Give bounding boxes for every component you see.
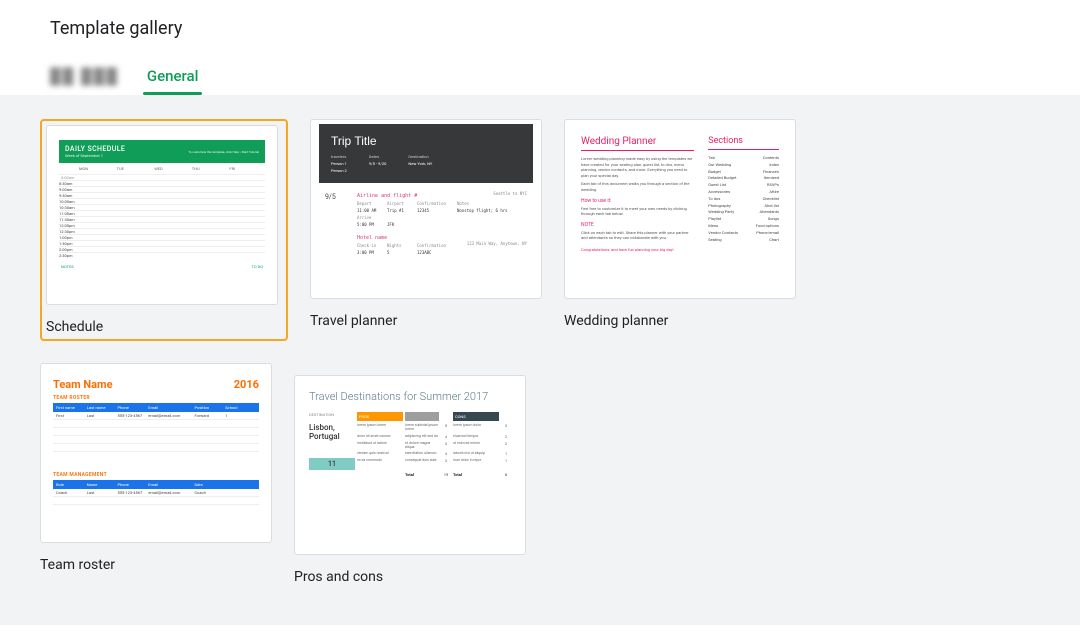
template-wedding-label: Wedding planner bbox=[564, 313, 796, 329]
trip-hotel-checkin-label: Check-in bbox=[357, 243, 387, 248]
pc-pros-label: PROS bbox=[357, 412, 403, 421]
roster-row bbox=[53, 436, 259, 444]
schedule-grid: MONTUEWEDTHUFRI bbox=[59, 163, 265, 174]
roster-row bbox=[53, 444, 259, 452]
templates-grid: DAILY SCHEDULE Week of September 1 To cu… bbox=[40, 119, 1040, 585]
pc-total-label: Total bbox=[405, 472, 439, 477]
template-roster-label: Team roster bbox=[40, 557, 272, 573]
trip-hotel-nights: 5 bbox=[387, 250, 417, 255]
roster-row: CoachLast555-123-4567email@email.comCoac… bbox=[53, 489, 259, 497]
proscons-title: Travel Destinations for Summer 2017 bbox=[309, 390, 511, 404]
pc-score: 11 bbox=[309, 458, 355, 470]
wedding-p1: Lorem wedding planning made easy by usin… bbox=[581, 156, 694, 178]
template-team-roster[interactable]: Team Name 2016 TEAM ROSTER First name La… bbox=[40, 363, 272, 585]
wedding-sections-list: TabContents Our WeddingIndex BudgetFinan… bbox=[708, 155, 779, 243]
roster-col-position: Position bbox=[194, 405, 225, 410]
trip-hotel-nights-label: Nights bbox=[387, 243, 417, 248]
wedding-p2: Each tab of this document walks you thro… bbox=[581, 181, 694, 192]
trip-conf: 12345 bbox=[417, 208, 457, 213]
trip-col-depart: Depart bbox=[357, 201, 387, 206]
template-travel-label: Travel planner bbox=[310, 313, 542, 329]
roster-team-name: Team Name bbox=[53, 378, 113, 391]
template-proscons-thumb: Travel Destinations for Summer 2017 DEST… bbox=[294, 375, 526, 555]
trip-person1: Person 1 bbox=[331, 161, 347, 166]
trip-arrive-time: 5:00 PM bbox=[357, 222, 387, 227]
wedding-p3: Feel free to customize it to meet your o… bbox=[581, 206, 694, 217]
wedding-note: NOTE bbox=[581, 222, 694, 228]
roster-row bbox=[53, 420, 259, 428]
template-wedding-planner[interactable]: Wedding Planner Lorem wedding planning m… bbox=[564, 119, 796, 341]
template-schedule-thumb: DAILY SCHEDULE Week of September 1 To cu… bbox=[46, 125, 278, 305]
schedule-banner-sub: Week of September 1 bbox=[65, 153, 125, 158]
trip-date: 9/5 bbox=[325, 193, 336, 201]
trip-hotel-conf: 123ABC bbox=[417, 250, 457, 255]
trip-hotel-conf-label: Confirmation bbox=[417, 243, 457, 248]
tab-general[interactable]: General bbox=[147, 67, 199, 95]
roster-col-school: School bbox=[225, 405, 256, 410]
trip-depart-ap: Trip #1 bbox=[387, 208, 417, 213]
schedule-banner-note: To customize this template, click Help >… bbox=[188, 150, 259, 154]
roster-col-last: Last name bbox=[87, 405, 118, 410]
roster-row bbox=[53, 428, 259, 436]
trip-notes: Nonstop flight; 6 hrs bbox=[457, 208, 529, 213]
roster-header-bar2: RoleNamePhoneEmailDate bbox=[53, 480, 259, 489]
tab-org[interactable]: ██ ███ bbox=[50, 67, 119, 95]
trip-arrive-ap: JFK bbox=[387, 222, 417, 227]
trip-dates: 9/5 - 9/20 bbox=[369, 161, 387, 166]
trip-hotel-addr: 123 Main Way, Anytown, NY bbox=[467, 241, 527, 246]
trip-title: Trip Title bbox=[331, 134, 523, 148]
tabs: ██ ███ General bbox=[50, 67, 1030, 95]
wedding-congrats: Congratulations, and have fun planning y… bbox=[581, 247, 694, 252]
trip-col-airport: Airport bbox=[387, 201, 417, 206]
trip-dest-label: Destination bbox=[408, 154, 432, 159]
template-travel-thumb: Trip Title travelers Person 1 Person 2 D… bbox=[310, 119, 542, 299]
roster-row bbox=[53, 497, 259, 505]
template-pros-cons[interactable]: Travel Destinations for Summer 2017 DEST… bbox=[294, 375, 526, 585]
pc-dest-label: DESTINATION bbox=[309, 412, 355, 421]
template-roster-thumb: Team Name 2016 TEAM ROSTER First name La… bbox=[40, 363, 272, 543]
schedule-banner-title: DAILY SCHEDULE bbox=[65, 145, 125, 153]
wedding-sections: Sections bbox=[708, 136, 779, 146]
pc-dest: Lisbon, Portugal bbox=[309, 423, 355, 456]
content-area: DAILY SCHEDULE Week of September 1 To cu… bbox=[0, 95, 1080, 625]
roster-col-first: First name bbox=[56, 405, 87, 410]
trip-hotel-checkin: 3:00 PM bbox=[357, 250, 387, 255]
roster-year: 2016 bbox=[234, 378, 259, 391]
trip-col-notes: Notes bbox=[457, 201, 529, 206]
trip-dest: New York, NY bbox=[408, 161, 432, 166]
trip-route: Seattle to NYC bbox=[493, 191, 527, 196]
trip-travelers-label: travelers bbox=[331, 154, 347, 159]
wedding-p4: Click on each tab to edit. Share this pl… bbox=[581, 230, 694, 241]
template-proscons-label: Pros and cons bbox=[294, 569, 526, 585]
wedding-howto: How to use it: bbox=[581, 198, 694, 204]
template-wedding-thumb: Wedding Planner Lorem wedding planning m… bbox=[564, 119, 796, 299]
template-travel-planner[interactable]: Trip Title travelers Person 1 Person 2 D… bbox=[310, 119, 542, 341]
roster-col-phone: Phone bbox=[118, 405, 149, 410]
roster-section2: TEAM MANAGEMENT bbox=[53, 472, 259, 478]
page-title: Template gallery bbox=[50, 18, 1030, 39]
template-schedule-label: Schedule bbox=[46, 319, 278, 335]
trip-depart-time: 11:00 AM bbox=[357, 208, 387, 213]
wedding-title: Wedding Planner bbox=[581, 136, 694, 147]
highlight-box: DAILY SCHEDULE Week of September 1 To cu… bbox=[40, 119, 288, 341]
pc-cons-label: CONS bbox=[453, 412, 499, 421]
trip-person2: Person 2 bbox=[331, 168, 347, 173]
roster-section1: TEAM ROSTER bbox=[53, 395, 259, 401]
template-schedule[interactable]: DAILY SCHEDULE Week of September 1 To cu… bbox=[46, 125, 278, 335]
trip-dates-label: Dates bbox=[369, 154, 387, 159]
trip-col-conf: Confirmation bbox=[417, 201, 457, 206]
roster-col-email: Email bbox=[148, 405, 194, 410]
trip-arrive-label: Arrive bbox=[357, 215, 387, 220]
roster-header-bar1: First name Last name Phone Email Positio… bbox=[53, 403, 259, 412]
roster-row: FirstLast555-123-4567email@email.comForw… bbox=[53, 412, 259, 420]
